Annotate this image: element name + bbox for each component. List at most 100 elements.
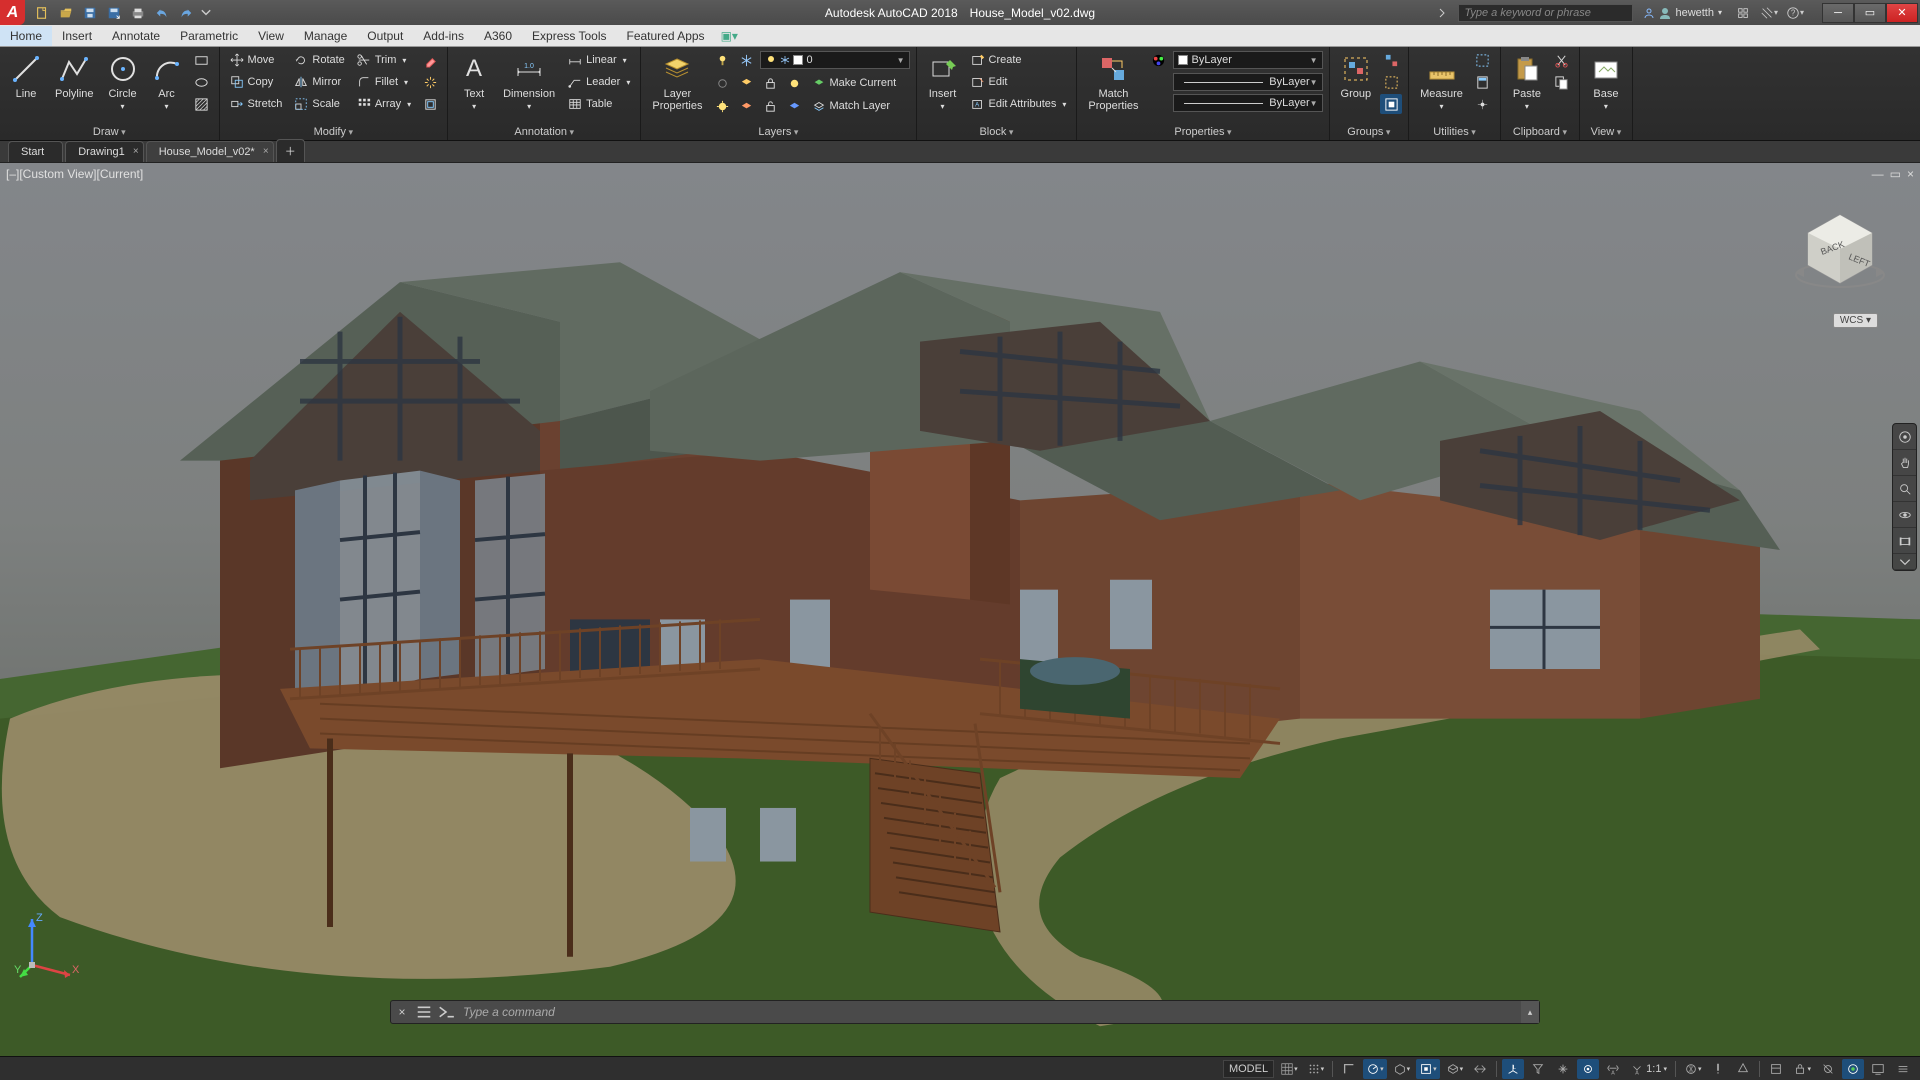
quickcalc-icon[interactable] (1472, 72, 1494, 92)
group-label-annotation[interactable]: Annotation (454, 124, 634, 140)
pan-icon[interactable] (1893, 450, 1916, 476)
help-icon[interactable]: ?▾ (1784, 3, 1806, 23)
app-menu-button[interactable]: A (0, 0, 25, 25)
hatch-icon[interactable] (191, 94, 213, 114)
edit-block-button[interactable]: Edit (967, 72, 1071, 92)
select-all-icon[interactable] (1472, 50, 1494, 70)
lockui-icon[interactable]: ▾ (1790, 1059, 1814, 1079)
fillet-button[interactable]: Fillet▾ (353, 72, 415, 92)
otrack-icon[interactable] (1469, 1059, 1491, 1079)
measure-button[interactable]: Measure▾ (1415, 50, 1468, 113)
command-input[interactable]: Type a command (457, 1005, 1521, 1019)
ortho-icon[interactable] (1338, 1059, 1360, 1079)
save-icon[interactable] (79, 3, 101, 23)
group-edit-icon[interactable] (1380, 72, 1402, 92)
layer-iso-icon[interactable] (736, 73, 758, 93)
tab-insert[interactable]: Insert (52, 26, 102, 46)
layer-thaw-icon[interactable] (712, 96, 734, 116)
selection-filter-icon[interactable] (1527, 1059, 1549, 1079)
tab-focus-icon[interactable]: ▣▾ (715, 26, 744, 46)
copy-clip-icon[interactable] (1551, 72, 1573, 92)
match-properties-button[interactable]: Match Properties (1083, 50, 1143, 114)
rotate-button[interactable]: Rotate (290, 50, 348, 70)
viewcube[interactable]: BACK LEFT (1790, 203, 1890, 303)
maximize-button[interactable]: ▭ (1854, 3, 1886, 23)
undo-icon[interactable] (151, 3, 173, 23)
group-label-block[interactable]: Block (923, 124, 1071, 140)
3dosnap-icon[interactable]: ▾ (1443, 1059, 1467, 1079)
cmd-options-icon[interactable] (413, 1001, 435, 1023)
workspace-switch-icon[interactable]: ▾ (1681, 1059, 1705, 1079)
open-icon[interactable] (55, 3, 77, 23)
cmd-close-icon[interactable]: × (391, 1001, 413, 1023)
match-layer-button[interactable]: Match Layer (808, 96, 895, 116)
group-label-properties[interactable]: Properties (1083, 124, 1322, 140)
new-tab-button[interactable]: ＋ (276, 139, 305, 162)
customize-icon[interactable] (1892, 1059, 1914, 1079)
group-label-view[interactable]: View (1586, 124, 1626, 140)
group-select-icon[interactable] (1380, 94, 1402, 114)
layer-properties-button[interactable]: Layer Properties (647, 50, 707, 114)
user-account[interactable]: hewetth ▾ (1637, 7, 1728, 19)
exchange-apps-icon[interactable] (1732, 3, 1754, 23)
isodraft-icon[interactable]: ▾ (1390, 1059, 1414, 1079)
isolate-icon[interactable] (1817, 1059, 1839, 1079)
tab-annotate[interactable]: Annotate (102, 26, 170, 46)
filetab-housemodel[interactable]: House_Model_v02*× (146, 141, 274, 162)
clean-screen-icon[interactable] (1867, 1059, 1889, 1079)
layer-prev-icon[interactable] (736, 96, 758, 116)
layer-off-icon[interactable] (712, 73, 734, 93)
ellipse-icon[interactable] (191, 72, 213, 92)
stretch-button[interactable]: Stretch (226, 94, 287, 114)
wcs-badge[interactable]: WCS ▾ (1833, 313, 1878, 328)
offset-icon[interactable] (419, 94, 441, 114)
new-icon[interactable] (31, 3, 53, 23)
array-button[interactable]: Array▾ (353, 94, 415, 114)
autoscale-icon[interactable]: A (1602, 1059, 1624, 1079)
tab-home[interactable]: Home (0, 26, 52, 46)
linetype-dropdown[interactable]: ByLayer▼ (1173, 94, 1323, 112)
ungroup-icon[interactable] (1380, 50, 1402, 70)
paste-button[interactable]: Paste▾ (1507, 50, 1547, 113)
base-view-button[interactable]: Base▾ (1586, 50, 1626, 113)
layer-state-icon[interactable] (712, 50, 734, 70)
erase-icon[interactable] (419, 50, 441, 70)
ucs-icon[interactable]: X Y Z (14, 909, 84, 984)
line-button[interactable]: Line (6, 50, 46, 102)
redo-icon[interactable] (175, 3, 197, 23)
qat-dropdown-icon[interactable] (199, 3, 213, 23)
showmotion-icon[interactable] (1893, 528, 1916, 554)
create-block-button[interactable]: Create (967, 50, 1071, 70)
group-label-modify[interactable]: Modify (226, 124, 442, 140)
mirror-button[interactable]: Mirror (290, 72, 348, 92)
scale-button[interactable]: Scale (290, 94, 348, 114)
close-tab-icon[interactable]: × (133, 146, 139, 157)
explode-icon[interactable] (419, 72, 441, 92)
saveas-icon[interactable] (103, 3, 125, 23)
tab-addins[interactable]: Add-ins (413, 26, 474, 46)
copy-button[interactable]: Copy (226, 72, 287, 92)
units-icon[interactable] (1732, 1059, 1754, 1079)
linear-dim-button[interactable]: Linear▾ (564, 50, 634, 70)
close-tab-icon[interactable]: × (263, 146, 269, 157)
color-picker-icon[interactable] (1148, 50, 1170, 70)
filetab-start[interactable]: Start (8, 141, 63, 162)
minimize-button[interactable]: ─ (1822, 3, 1854, 23)
viewport[interactable]: [–][Custom View][Current] — ▭ × (0, 163, 1920, 1056)
layer-lock-icon[interactable] (760, 73, 782, 93)
group-label-draw[interactable]: Draw (6, 124, 213, 140)
snap-icon[interactable]: ▾ (1304, 1059, 1328, 1079)
group-button[interactable]: Group (1336, 50, 1377, 102)
dimension-button[interactable]: 1.0Dimension▾ (498, 50, 560, 113)
steering-wheel-icon[interactable] (1893, 424, 1916, 450)
tab-a360[interactable]: A360 (474, 26, 522, 46)
edit-attributes-button[interactable]: AEdit Attributes▾ (967, 94, 1071, 114)
hardware-accel-icon[interactable] (1842, 1059, 1864, 1079)
model-paper-toggle[interactable]: MODEL (1223, 1060, 1274, 1078)
group-label-layers[interactable]: Layers (647, 124, 909, 140)
tab-express-tools[interactable]: Express Tools (522, 26, 616, 46)
tab-featured-apps[interactable]: Featured Apps (617, 26, 715, 46)
zoom-extents-icon[interactable] (1893, 476, 1916, 502)
osnap-icon[interactable]: ▾ (1416, 1059, 1440, 1079)
annotation-visibility-icon[interactable] (1577, 1059, 1599, 1079)
